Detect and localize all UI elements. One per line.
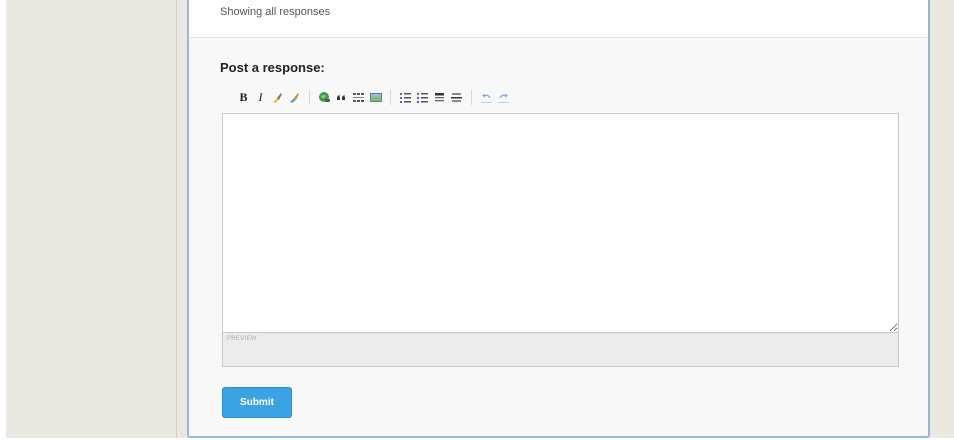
undo-button[interactable]: [478, 89, 495, 105]
response-panel: Showing all responses Post a response: B…: [187, 0, 930, 438]
bold-label: B: [239, 89, 248, 104]
highlight-alt-button[interactable]: [286, 89, 303, 105]
redo-icon: [498, 93, 509, 103]
heading-button[interactable]: [431, 89, 448, 105]
preview-area: PREVIEW: [222, 333, 899, 367]
unordered-list-icon: [416, 92, 428, 103]
horizontal-rule-button[interactable]: [448, 89, 465, 105]
editor-toolbar: B I: [235, 88, 512, 106]
ordered-list-button[interactable]: [397, 89, 414, 105]
highlight-alt-icon: [290, 92, 299, 103]
responses-header: Showing all responses: [189, 0, 928, 38]
highlight-icon: [273, 92, 282, 103]
ordered-list-icon: [400, 92, 411, 103]
quote-icon: [337, 94, 345, 100]
image-button[interactable]: [367, 89, 384, 105]
horizontal-rule-icon: [451, 92, 462, 102]
redo-button[interactable]: [495, 89, 512, 105]
heading-icon: [435, 92, 444, 101]
toolbar-separator: [309, 89, 310, 105]
toolbar-separator: [390, 89, 391, 105]
response-editor[interactable]: [222, 113, 899, 333]
code-button[interactable]: [350, 89, 367, 105]
left-column-divider: [176, 0, 177, 438]
responses-status-text: Showing all responses: [220, 6, 331, 18]
submit-button[interactable]: Submit: [222, 387, 292, 418]
submit-label: Submit: [240, 397, 274, 408]
undo-icon: [481, 93, 492, 103]
unordered-list-button[interactable]: [414, 89, 431, 105]
image-icon: [369, 92, 382, 102]
highlight-button[interactable]: [269, 89, 286, 105]
bold-button[interactable]: B: [235, 89, 252, 105]
toolbar-separator: [471, 89, 472, 105]
italic-label: I: [258, 89, 263, 104]
quote-button[interactable]: [333, 89, 350, 105]
post-response-label: Post a response:: [220, 60, 325, 75]
link-icon: [319, 91, 330, 102]
preview-label: PREVIEW: [227, 336, 257, 342]
italic-button[interactable]: I: [252, 89, 269, 105]
code-icon: [353, 92, 364, 102]
link-button[interactable]: [316, 89, 333, 105]
